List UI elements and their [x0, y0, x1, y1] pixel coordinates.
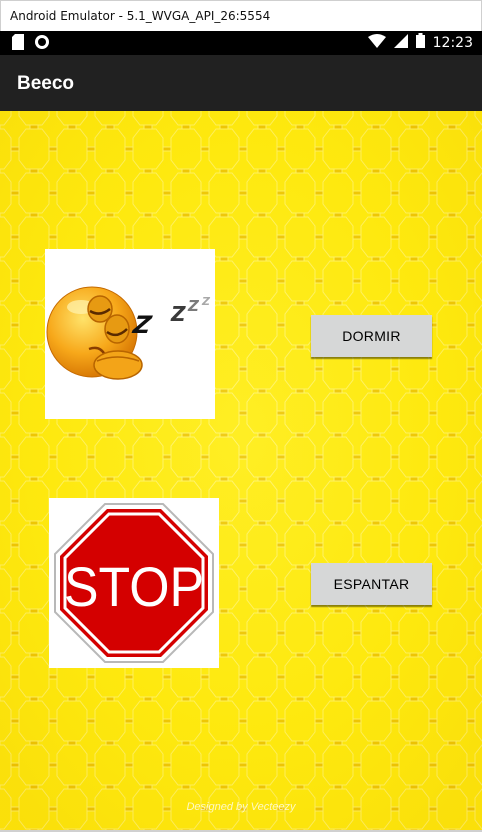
- dormir-button[interactable]: DORMIR: [311, 315, 432, 357]
- record-icon: [34, 34, 50, 55]
- status-bar: 12:23: [0, 31, 482, 55]
- svg-text:Z: Z: [170, 302, 186, 326]
- stop-sign-image: STOP: [49, 498, 219, 668]
- background-credit: Designed by Vecteezy: [186, 801, 296, 813]
- svg-text:Z: Z: [201, 295, 211, 308]
- status-time: 12:23: [432, 35, 473, 51]
- emulator-window-title: Android Emulator - 5.1_WVGA_API_26:5554: [0, 0, 482, 31]
- sleeping-emoji-image: Z Z Z Z: [45, 249, 215, 419]
- stop-text: STOP: [64, 555, 204, 618]
- sleeping-emoji-icon: Z Z Z Z: [46, 286, 211, 380]
- espantar-button[interactable]: ESPANTAR: [311, 563, 432, 605]
- signal-icon: [393, 33, 408, 53]
- app-title: Beeco: [17, 73, 75, 94]
- stop-sign-icon: STOP: [54, 503, 214, 663]
- svg-text:Z: Z: [187, 297, 200, 315]
- battery-icon: [415, 33, 425, 53]
- sd-card-icon: [12, 34, 24, 55]
- honeycomb-background: [0, 111, 482, 830]
- main-content: Z Z Z Z DORMIR STOP ESPANTAR Designed by…: [0, 111, 482, 830]
- app-bar: Beeco: [0, 55, 482, 111]
- wifi-icon: [367, 33, 386, 53]
